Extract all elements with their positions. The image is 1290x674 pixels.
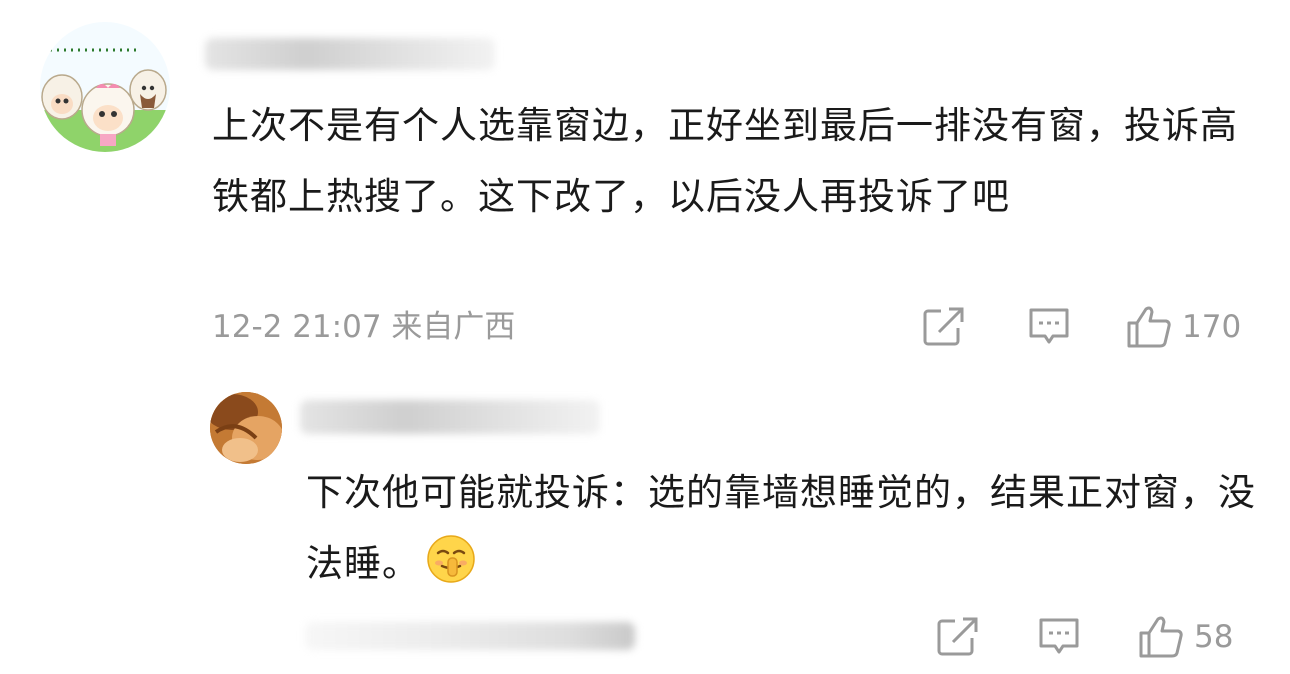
share-icon [923,307,964,346]
reply-share-button[interactable] [936,616,982,656]
user-avatar[interactable] [40,22,170,152]
reply-comment-button[interactable] [1036,616,1082,660]
share-button[interactable] [922,306,968,346]
comment-text: 上次不是有个人选靠窗边，正好坐到最后一排没有窗，投诉高铁都上热搜了。这下改了，以… [212,104,1238,218]
comment-icon [1029,308,1069,344]
reply-text: 下次他可能就投诉：选的靠墙想睡觉的，结果正对窗，没法睡。 [306,457,1256,599]
reply-meta-blurred [305,622,635,650]
shush-emoji-icon [427,535,475,583]
reply-like-count: 58 [1194,619,1234,655]
reply-button[interactable] [1026,306,1072,350]
reply-like-button[interactable]: 58 [1138,614,1233,660]
like-count: 170 [1182,309,1242,345]
reply-user-avatar[interactable] [210,392,282,464]
like-button[interactable]: 170 [1126,304,1241,350]
thumbs-up-icon [1127,306,1171,348]
comment-time-location: 12-2 21:07 来自广西 [212,309,516,345]
orange-photo-avatar-icon [210,392,282,464]
comment-icon [1039,618,1079,654]
reply-username-blurred[interactable] [300,400,600,434]
comment-thread: 上次不是有个人选靠窗边，正好坐到最后一排没有窗，投诉高铁都上热搜了。这下改了，以… [0,0,1290,674]
thumbs-up-icon [1139,616,1183,658]
share-icon [937,617,978,656]
cartoon-sheep-avatar-icon [40,22,170,152]
username-blurred[interactable] [205,38,495,70]
